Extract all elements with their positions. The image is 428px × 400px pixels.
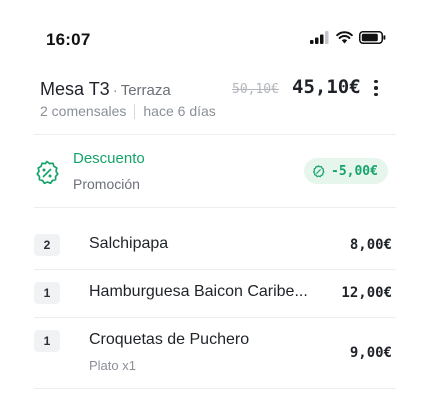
discount-amount-badge: -5,00€ [304, 158, 388, 184]
item-note: Plato x1 [89, 358, 136, 373]
order-meta: 2 comensales hace 6 días [40, 103, 216, 119]
discount-divider [34, 207, 396, 208]
title-separator: · [112, 82, 118, 99]
signal-icon [310, 31, 329, 44]
guest-count: 2 comensales [40, 103, 127, 119]
item-quantity: 1 [34, 282, 60, 304]
order-item[interactable]: 1 Hamburguesa Baicon Caribe... 12,00€ [34, 270, 396, 316]
status-time: 16:07 [46, 30, 91, 49]
item-quantity: 2 [34, 234, 60, 256]
order-title-row: Mesa T3 · Terraza [40, 79, 171, 100]
order-header: Mesa T3 · Terraza 2 comensales hace 6 dí… [40, 76, 388, 132]
original-total: 50,10€ [232, 82, 279, 97]
status-bar: 16:07 [0, 0, 428, 72]
more-vertical-icon[interactable] [368, 76, 384, 100]
order-item[interactable]: 2 Salchipapa 8,00€ [34, 222, 396, 268]
order-total: 45,10€ [292, 76, 361, 98]
discount-row[interactable]: Descuento Promoción -5,00€ [34, 146, 396, 206]
item-name: Croquetas de Puchero [89, 331, 250, 348]
battery-icon [359, 31, 386, 44]
status-icons [310, 31, 386, 44]
item-name: Hamburguesa Baicon Caribe... [89, 283, 308, 300]
discount-subtitle: Promoción [73, 176, 140, 192]
meta-divider [134, 103, 136, 119]
table-name: Mesa T3 [40, 79, 110, 99]
discount-title: Descuento [73, 150, 145, 167]
order-age: hace 6 días [143, 103, 216, 119]
table-location: Terraza [120, 82, 171, 99]
discount-amount: -5,00€ [331, 163, 378, 179]
item-quantity: 1 [34, 330, 60, 352]
item-price: 12,00€ [341, 285, 392, 301]
header-divider [34, 134, 396, 135]
item-price: 8,00€ [349, 237, 392, 253]
discount-badge-icon [36, 160, 59, 185]
item-divider [34, 388, 396, 389]
order-item[interactable]: 1 Croquetas de Puchero Plato x1 9,00€ [34, 318, 396, 388]
wifi-icon [336, 31, 353, 44]
item-name: Salchipapa [89, 235, 169, 252]
item-price: 9,00€ [349, 345, 392, 361]
discount-small-icon [313, 164, 325, 177]
